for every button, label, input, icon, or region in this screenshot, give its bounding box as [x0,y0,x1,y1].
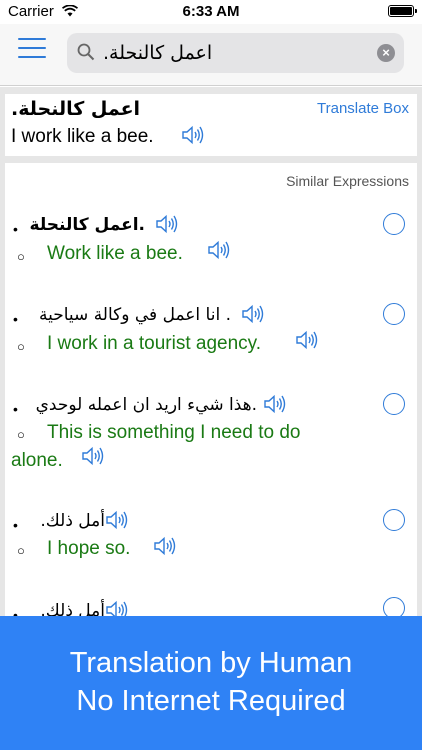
search-input[interactable] [99,33,369,73]
search-bar[interactable]: × [67,33,404,73]
speaker-icon[interactable] [207,239,231,261]
bullet: • [13,401,18,417]
english-translation: Work like a bee. [47,243,183,264]
hamburger-menu-icon [18,38,46,40]
bullet: • [13,221,18,237]
speaker-icon[interactable] [295,329,319,351]
bullet: • [13,517,18,533]
translate-box-link[interactable]: Translate Box [317,100,409,117]
list-item[interactable]: • . انا اعمل في وكالة سياحية ○ I work in… [5,291,417,371]
clock: 6:33 AM [182,3,240,20]
similar-expressions-header: Similar Expressions [286,173,409,189]
translation-text: I work like a bee. [11,126,154,147]
status-bar: Carrier 6:33 AM [0,0,422,24]
list-item[interactable]: • أمل ذلك. ○ I hope so. [5,497,417,577]
speaker-icon[interactable] [81,445,105,467]
similar-expressions-card: Similar Expressions • .اعمل كالنحلة ○ Wo… [5,163,417,623]
english-translation: I hope so. [47,538,131,559]
promo-line-1: Translation by Human [69,647,353,679]
speaker-icon[interactable] [105,509,129,531]
list-item[interactable]: • .هذا شيء اريد ان اعمله لوحدي ○ This is… [5,381,417,481]
english-translation: This is something I need to do alone. [11,422,301,471]
speaker-icon[interactable] [263,393,287,415]
select-radio[interactable] [383,393,405,415]
arabic-phrase: .اعمل كالنحلة [29,215,145,235]
select-radio[interactable] [383,213,405,235]
sub-bullet: ○ [17,249,25,264]
select-radio[interactable] [383,303,405,325]
menu-button[interactable] [18,38,46,60]
sub-bullet: ○ [17,339,25,354]
speaker-icon[interactable] [181,124,205,146]
speaker-icon[interactable] [155,213,179,235]
select-radio[interactable] [383,509,405,531]
english-translation: I work in a tourist agency. [47,333,262,354]
arabic-phrase: أمل ذلك. [40,511,105,531]
arabic-phrase: .هذا شيء اريد ان اعمله لوحدي [35,395,257,415]
list-item[interactable]: • .اعمل كالنحلة ○ Work like a bee. [5,201,417,281]
clear-icon[interactable]: × [377,44,395,62]
search-icon [77,43,95,61]
promo-line-2: No Internet Required [76,685,346,717]
battery-icon [388,5,417,17]
nav-bar: × [0,24,422,86]
arabic-phrase: . انا اعمل في وكالة سياحية [38,305,231,325]
source-phrase: .اعمل كالنحلة [11,98,141,120]
speaker-icon[interactable] [153,535,177,557]
translate-box-card: .اعمل كالنحلة Translate Box I work like … [5,94,417,156]
sub-bullet: ○ [17,543,25,558]
promo-banner: Translation by Human No Internet Require… [0,616,422,750]
bullet: • [13,311,18,327]
speaker-icon[interactable] [241,303,265,325]
